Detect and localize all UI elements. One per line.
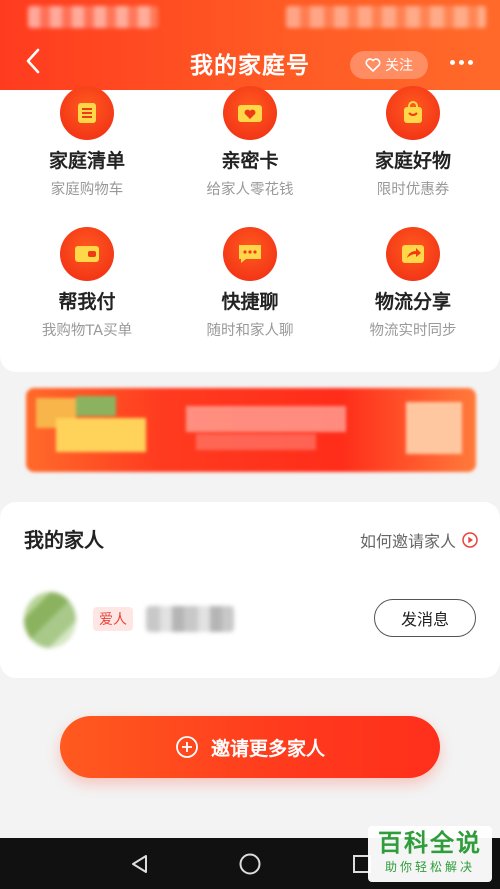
service-title: 帮我付 — [58, 291, 116, 313]
banner-pixel — [406, 402, 462, 454]
banner-pixel — [56, 418, 146, 452]
services-card: 家庭清单 家庭购物车 亲密卡 给家人零花钱 家庭好物 限时优惠券 帮我付 我购物… — [0, 86, 500, 372]
plus-circle-icon — [176, 736, 198, 758]
family-card: 我的家人 如何邀请家人 — [0, 502, 500, 678]
list-icon — [60, 86, 114, 140]
service-title: 家庭好物 — [374, 150, 451, 172]
heart-card-icon — [223, 86, 277, 140]
service-subtitle: 给家人零花钱 — [206, 182, 294, 198]
banner-pixel — [196, 434, 316, 450]
service-family-goods[interactable]: 家庭好物 限时优惠券 — [330, 86, 496, 199]
invite-more-button[interactable]: 邀请更多家人 — [60, 716, 440, 778]
watermark-logo: 百科全说 助你轻松解决 — [368, 826, 492, 882]
follow-button[interactable]: 关注 — [350, 51, 428, 79]
service-quick-chat[interactable]: 快捷聊 随时和家人聊 — [167, 227, 333, 340]
status-bar-blurred-right — [286, 6, 486, 28]
more-button[interactable] — [444, 50, 478, 74]
member-name-blurred — [146, 606, 234, 632]
service-logistics-share[interactable]: 物流分享 物流实时同步 — [330, 227, 496, 340]
service-subtitle: 限时优惠券 — [376, 182, 450, 198]
service-subtitle: 我购物TA买单 — [41, 323, 133, 339]
send-message-button[interactable]: 发消息 — [374, 599, 476, 637]
nav-home-button[interactable] — [236, 850, 264, 878]
service-subtitle: 随时和家人聊 — [206, 323, 294, 339]
triangle-back-icon — [132, 855, 147, 873]
more-dot-icon — [458, 59, 464, 65]
service-title: 家庭清单 — [48, 150, 125, 172]
banner-pixel — [76, 396, 116, 416]
wallet-icon — [60, 227, 114, 281]
service-subtitle: 物流实时同步 — [369, 323, 457, 339]
play-circle-icon — [462, 532, 478, 548]
how-to-invite-link[interactable]: 如何邀请家人 — [360, 528, 478, 552]
family-section-title: 我的家人 — [24, 528, 104, 552]
service-title: 快捷聊 — [221, 291, 279, 313]
relation-badge: 爱人 — [93, 607, 133, 631]
avatar[interactable] — [24, 592, 76, 648]
banner-pixel — [186, 406, 346, 432]
status-bar-blurred-left — [28, 6, 158, 28]
service-subtitle: 家庭购物车 — [50, 182, 124, 198]
more-dot-icon — [449, 59, 455, 65]
watermark-main: 百科全说 — [378, 829, 482, 857]
service-family-list[interactable]: 家庭清单 家庭购物车 — [4, 86, 170, 199]
watermark-sub: 助你轻松解决 — [384, 860, 475, 874]
service-title: 亲密卡 — [221, 150, 279, 172]
service-intimate-card[interactable]: 亲密卡 给家人零花钱 — [167, 86, 333, 199]
invite-more-label: 邀请更多家人 — [210, 737, 325, 760]
chat-icon — [223, 227, 277, 281]
invite-link-label: 如何邀请家人 — [359, 532, 456, 551]
service-title: 物流分享 — [374, 291, 451, 313]
shopping-bag-icon — [386, 86, 440, 140]
promo-banner[interactable] — [26, 388, 476, 472]
share-icon — [386, 227, 440, 281]
more-dot-icon — [467, 59, 473, 65]
nav-back-button[interactable] — [126, 850, 154, 878]
circle-home-icon — [239, 853, 261, 875]
follow-label: 关注 — [385, 58, 413, 74]
heart-outline-icon — [365, 58, 381, 72]
service-pay-for-me[interactable]: 帮我付 我购物TA买单 — [4, 227, 170, 340]
